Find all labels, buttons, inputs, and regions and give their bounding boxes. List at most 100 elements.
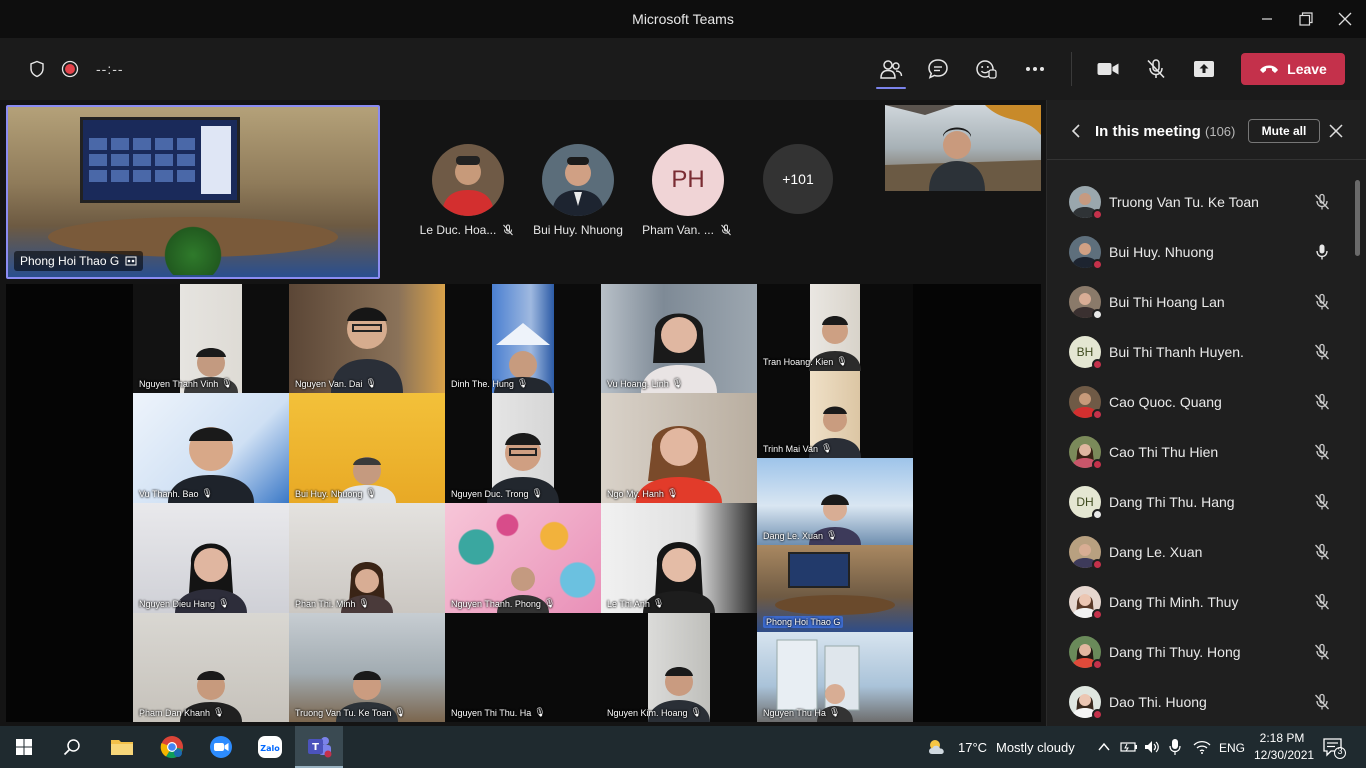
camera-icon <box>1097 63 1119 75</box>
participant-list: Truong Van Tu. Ke Toan Bui Huy. Nhuong B… <box>1047 177 1353 727</box>
list-item[interactable]: DH Dang Thi Thu. Hang <box>1047 477 1353 527</box>
share-screen-button[interactable] <box>1189 54 1219 84</box>
leave-label: Leave <box>1287 61 1327 77</box>
spotlight-video[interactable]: Phong Hoi Thao G <box>6 105 380 279</box>
share-icon <box>1194 61 1214 77</box>
more-actions-button[interactable] <box>1020 54 1050 84</box>
input-language[interactable]: ENG <box>1219 741 1245 755</box>
video-tile[interactable]: Tran Hoang. Kien 🎙 <box>757 284 913 371</box>
mic-on-icon[interactable] <box>1313 243 1331 261</box>
camera-button[interactable] <box>1093 54 1123 84</box>
microphone-tray-icon[interactable] <box>1168 738 1182 756</box>
participant-count: (106) <box>1205 124 1236 139</box>
wifi-icon[interactable] <box>1193 740 1211 754</box>
chat-button[interactable] <box>923 54 953 84</box>
weather-description[interactable]: Mostly cloudy <box>996 740 1075 755</box>
active-tab-indicator <box>876 87 906 89</box>
leave-button[interactable]: Leave <box>1241 53 1345 85</box>
recording-icon[interactable] <box>55 54 85 84</box>
taskbar-file-explorer[interactable] <box>98 726 146 768</box>
mic-off-icon[interactable] <box>1313 693 1331 711</box>
microphone-button[interactable] <box>1141 54 1171 84</box>
mic-off-icon[interactable] <box>1313 493 1331 511</box>
video-tile[interactable]: Trinh Mai Van 🎙 <box>757 371 913 458</box>
list-item[interactable]: Dao Thi. Huong <box>1047 677 1353 727</box>
meeting-toolbar: --:-- Leave <box>0 38 1366 100</box>
list-item[interactable]: Dang Thi Minh. Thuy <box>1047 577 1353 627</box>
notification-center-button[interactable]: 3 <box>1322 737 1346 764</box>
taskbar-chrome[interactable] <box>148 726 196 768</box>
mute-all-button[interactable]: Mute all <box>1248 119 1320 143</box>
video-tile[interactable]: Phan Thi. Minh 🎙 <box>289 503 445 613</box>
presence-busy-icon <box>1092 259 1103 270</box>
taskbar-teams[interactable]: T <box>295 726 343 768</box>
taskbar-zalo[interactable]: Zalo <box>246 726 294 768</box>
video-tile[interactable]: Nguyen Dieu Hang 🎙 <box>133 503 289 613</box>
battery-icon[interactable] <box>1120 739 1138 755</box>
mic-off-icon[interactable] <box>1313 393 1331 411</box>
mic-off-icon[interactable] <box>1313 543 1331 561</box>
chevron-left-icon[interactable] <box>1071 124 1081 138</box>
video-tile[interactable]: Nguyen Thanh Vinh 🎙 <box>133 284 289 393</box>
shield-icon[interactable] <box>22 54 52 84</box>
list-item[interactable]: Dang Thi Thuy. Hong <box>1047 627 1353 677</box>
video-tile[interactable]: Dang Le. Xuan 🎙 <box>757 458 913 545</box>
start-button[interactable] <box>0 726 48 768</box>
video-tile[interactable]: Nguyen Duc. Trong 🎙 <box>445 393 601 503</box>
participant-avatar[interactable] <box>432 144 504 216</box>
weather-temperature[interactable]: 17°C <box>958 740 987 755</box>
video-tile[interactable]: Vu Thanh. Bao 🎙 <box>133 393 289 503</box>
system-clock[interactable]: 2:18 PM 12/30/2021 <box>1254 730 1314 764</box>
mic-off-icon[interactable] <box>1313 443 1331 461</box>
presence-busy-icon <box>1092 209 1103 220</box>
video-gallery: Nguyen Thanh Vinh 🎙 Nguyen Van. Dai 🎙 Dinh… <box>6 284 1041 722</box>
close-window-button[interactable] <box>1322 0 1366 38</box>
mic-off-icon[interactable] <box>1313 643 1331 661</box>
video-tile[interactable]: Ngo My. Hanh 🎙 <box>601 393 757 503</box>
video-tile[interactable]: Nguyen Van. Dai 🎙 <box>289 284 445 393</box>
list-item[interactable]: Cao Quoc. Quang <box>1047 377 1353 427</box>
mic-off-icon[interactable] <box>1313 193 1331 211</box>
participant-avatar[interactable] <box>542 144 614 216</box>
video-tile[interactable]: Le Thi Anh 🎙 <box>601 503 757 613</box>
video-tile[interactable]: Pham Dan Khanh 🎙 <box>133 613 289 722</box>
list-item[interactable]: Bui Thi Hoang Lan <box>1047 277 1353 327</box>
video-tile[interactable]: Nguyen Kim. Hoang 🎙 <box>601 613 757 722</box>
list-item[interactable]: Truong Van Tu. Ke Toan <box>1047 177 1353 227</box>
participants-button[interactable] <box>876 54 906 84</box>
list-item[interactable]: Dang Le. Xuan <box>1047 527 1353 577</box>
search-button[interactable] <box>48 726 96 768</box>
video-tile[interactable]: Nguyen Thu Ha 🎙 <box>757 632 913 722</box>
close-panel-icon[interactable] <box>1329 124 1343 138</box>
mic-off-icon[interactable] <box>1313 343 1331 361</box>
mic-off-icon[interactable] <box>1313 593 1331 611</box>
volume-icon[interactable] <box>1143 739 1161 755</box>
presence-busy-icon <box>1092 659 1103 670</box>
video-tile[interactable]: Nguyen Thanh. Phong 🎙 <box>445 503 601 613</box>
video-tile[interactable]: Nguyen Thi Thu. Ha 🎙 <box>445 613 601 722</box>
panel-scrollbar[interactable] <box>1355 180 1360 256</box>
chevron-up-icon[interactable] <box>1098 742 1110 752</box>
reactions-button[interactable] <box>971 54 1001 84</box>
video-tile[interactable]: Phong Hoi Thao G <box>757 545 913 632</box>
video-tile[interactable]: Dinh The. Hung 🎙 <box>445 284 601 393</box>
participants-panel: In this meeting (106) Mute all Truong Va… <box>1046 100 1366 726</box>
meeting-stage: Phong Hoi Thao G Le Duc. Hoa... Bui Huy.… <box>0 100 1046 726</box>
flower-decoration-image <box>158 225 228 275</box>
self-view-video[interactable] <box>885 105 1041 191</box>
weather-icon[interactable] <box>926 737 950 762</box>
mic-muted-icon <box>1147 59 1165 79</box>
participant-avatar-initials[interactable]: PH <box>652 144 724 216</box>
room-screen-image <box>80 117 240 203</box>
taskbar-zoom[interactable] <box>197 726 245 768</box>
presence-busy-icon <box>1092 459 1103 470</box>
list-item[interactable]: Bui Huy. Nhuong <box>1047 227 1353 277</box>
list-item[interactable]: BH Bui Thi Thanh Huyen. <box>1047 327 1353 377</box>
more-participants-button[interactable]: +101 <box>763 144 833 214</box>
presence-busy-icon <box>1092 709 1103 720</box>
mic-off-icon[interactable] <box>1313 293 1331 311</box>
video-tile[interactable]: Bui Huy. Nhuong 🎙 <box>289 393 445 503</box>
list-item[interactable]: Cao Thi Thu Hien <box>1047 427 1353 477</box>
video-tile[interactable]: Vu Hoang. Linh 🎙 <box>601 284 757 393</box>
video-tile[interactable]: Truong Van Tu. Ke Toan 🎙 <box>289 613 445 722</box>
